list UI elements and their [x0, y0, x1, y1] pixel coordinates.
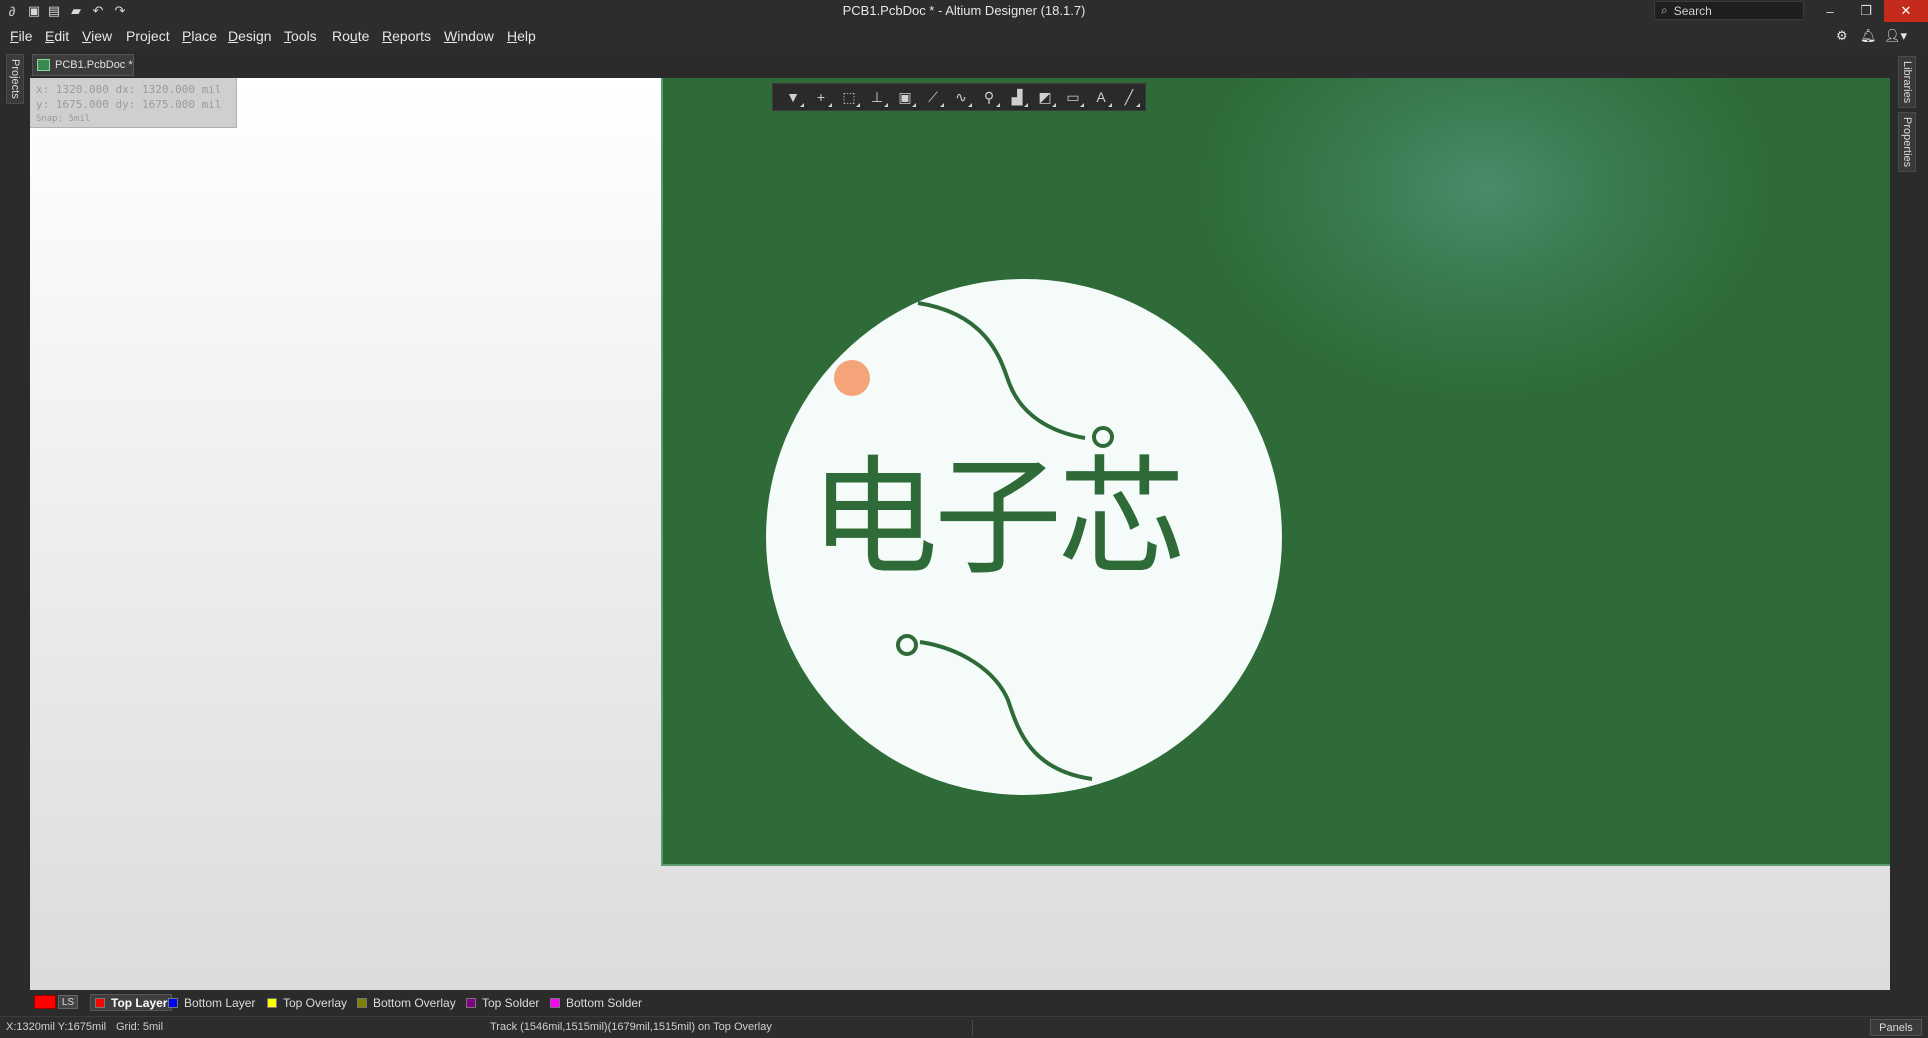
- undo-icon[interactable]: ↶: [88, 2, 108, 20]
- layer-tab-bottom-overlay[interactable]: Bottom Overlay: [357, 994, 456, 1011]
- title-bar: ∂ ▣ ▤ ▰ ↶ ↷ PCB1.PcbDoc * - Altium Desig…: [0, 0, 1928, 22]
- status-grid: Grid: 5mil: [116, 1021, 164, 1033]
- layer-tab-label: Top Solder: [482, 995, 540, 1010]
- search-placeholder: Search: [1673, 3, 1712, 18]
- pcb-document-icon: [37, 59, 50, 71]
- user-account-icon[interactable]: 👤︎▾: [1884, 28, 1907, 44]
- menu-help[interactable]: Help: [507, 28, 536, 44]
- restore-button[interactable]: ❐: [1848, 0, 1884, 22]
- logo-text: 电子芯: [810, 444, 1186, 593]
- layer-tab-label: Bottom Solder: [566, 995, 643, 1010]
- menu-window[interactable]: Window: [444, 28, 494, 44]
- layer-color-swatch: [357, 997, 367, 1008]
- layer-tabs-bar: LS Top Layer Bottom Layer Top Overlay Bo…: [30, 990, 1890, 1014]
- layer-tab-label: Bottom Overlay: [373, 995, 456, 1010]
- save-icon[interactable]: ▣: [24, 2, 44, 20]
- place-component-icon[interactable]: ▣: [891, 85, 919, 109]
- active-bar-toolbar: ▼ + ⬚ ⊥ ▣ ⟋ ∿ ⚲ ▟ ◩ ▭ A ╱: [772, 83, 1146, 111]
- properties-panel-tab[interactable]: Properties: [1898, 112, 1916, 173]
- settings-gear-icon[interactable]: ⚙: [1836, 28, 1848, 44]
- menu-file[interactable]: File: [10, 28, 33, 44]
- app-logo-icon[interactable]: ∂: [2, 2, 22, 20]
- layer-color-swatch: [95, 997, 105, 1008]
- layer-tab-label: Bottom Layer: [184, 995, 256, 1010]
- status-message: Track (1546mil,1515mil)(1679mil,1515mil)…: [490, 1021, 772, 1033]
- place-string-icon[interactable]: A: [1087, 85, 1115, 109]
- differential-routing-icon[interactable]: ∿: [947, 85, 975, 109]
- keepout-icon[interactable]: ◩: [1031, 85, 1059, 109]
- menu-place[interactable]: Place: [182, 28, 217, 44]
- crosshair-icon[interactable]: +: [807, 85, 835, 109]
- search-icon: ⌕: [1661, 3, 1668, 17]
- menu-project[interactable]: Project: [126, 28, 170, 44]
- menu-design[interactable]: Design: [228, 28, 272, 44]
- hud-snap-line: Snap: 5mil: [36, 114, 91, 124]
- menu-view[interactable]: View: [82, 28, 112, 44]
- layer-tab-top-overlay[interactable]: Top Overlay: [267, 994, 347, 1011]
- close-button[interactable]: ✕: [1884, 0, 1928, 22]
- layer-color-swatch: [466, 997, 476, 1008]
- filter-icon[interactable]: ▼: [779, 85, 807, 109]
- current-layer-swatch[interactable]: [34, 995, 56, 1009]
- save-all-icon[interactable]: ▤: [44, 2, 64, 20]
- select-rectangle-icon[interactable]: ⬚: [835, 85, 863, 109]
- place-line-icon[interactable]: ╱: [1115, 85, 1143, 109]
- layer-tab-bottom-solder[interactable]: Bottom Solder: [550, 994, 642, 1011]
- dimension-icon[interactable]: ▭: [1059, 85, 1087, 109]
- window-title: PCB1.PcbDoc * - Altium Designer (18.1.7): [842, 3, 1086, 18]
- left-panel-strip: Projects: [0, 50, 30, 1016]
- menu-bar: File Edit View Project Place Design Tool…: [0, 22, 1928, 50]
- layer-color-swatch: [267, 997, 277, 1008]
- layer-tab-bottom-layer[interactable]: Bottom Layer: [168, 994, 255, 1011]
- layer-tab-top-solder[interactable]: Top Solder: [466, 994, 539, 1011]
- libraries-panel-tab[interactable]: Libraries: [1898, 56, 1916, 109]
- hud-y-line: y: 1675.000 dy: 1675.000 mil: [36, 98, 222, 111]
- interactive-routing-icon[interactable]: ⟋: [919, 85, 947, 109]
- menu-tools[interactable]: Tools: [284, 28, 317, 44]
- document-tab-pcb1[interactable]: PCB1.PcbDoc *: [32, 54, 134, 76]
- place-pad-icon[interactable]: ⚲: [975, 85, 1003, 109]
- heads-up-display: x: 1320.000 dx: 1320.000 mil y: 1675.000…: [30, 78, 237, 128]
- hud-x-line: x: 1320.000 dx: 1320.000 mil: [36, 83, 222, 96]
- layer-tab-label: Top Layer: [111, 995, 168, 1010]
- layer-set-button[interactable]: LS: [58, 995, 78, 1009]
- projects-panel-tab[interactable]: Projects: [6, 54, 24, 104]
- open-folder-icon[interactable]: ▰: [66, 2, 86, 20]
- polygon-pour-icon[interactable]: ▟: [1003, 85, 1031, 109]
- status-separator: [972, 1020, 973, 1036]
- status-coordinates: X:1320mil Y:1675mil: [6, 1021, 107, 1033]
- layer-tab-top-layer[interactable]: Top Layer: [90, 994, 173, 1011]
- status-bar: X:1320mil Y:1675mil Grid: 5mil Track (15…: [0, 1016, 1928, 1038]
- menu-route[interactable]: Route: [332, 28, 369, 44]
- layer-color-swatch: [168, 997, 178, 1008]
- redo-icon[interactable]: ↷: [110, 2, 130, 20]
- minimize-button[interactable]: –: [1812, 0, 1848, 22]
- panels-button[interactable]: Panels: [1870, 1019, 1922, 1036]
- menu-reports[interactable]: Reports: [382, 28, 431, 44]
- right-panel-strip: Libraries Properties: [1890, 50, 1928, 1016]
- document-tab-label: PCB1.PcbDoc *: [55, 59, 133, 71]
- align-icon[interactable]: ⊥: [863, 85, 891, 109]
- layer-color-swatch: [550, 997, 560, 1008]
- layer-tab-label: Top Overlay: [283, 995, 348, 1010]
- menu-edit[interactable]: Edit: [45, 28, 69, 44]
- search-input[interactable]: ⌕ Search: [1654, 1, 1804, 20]
- notifications-bell-icon[interactable]: 🔔︎: [1860, 28, 1877, 44]
- document-tab-bar: PCB1.PcbDoc *: [30, 52, 1890, 78]
